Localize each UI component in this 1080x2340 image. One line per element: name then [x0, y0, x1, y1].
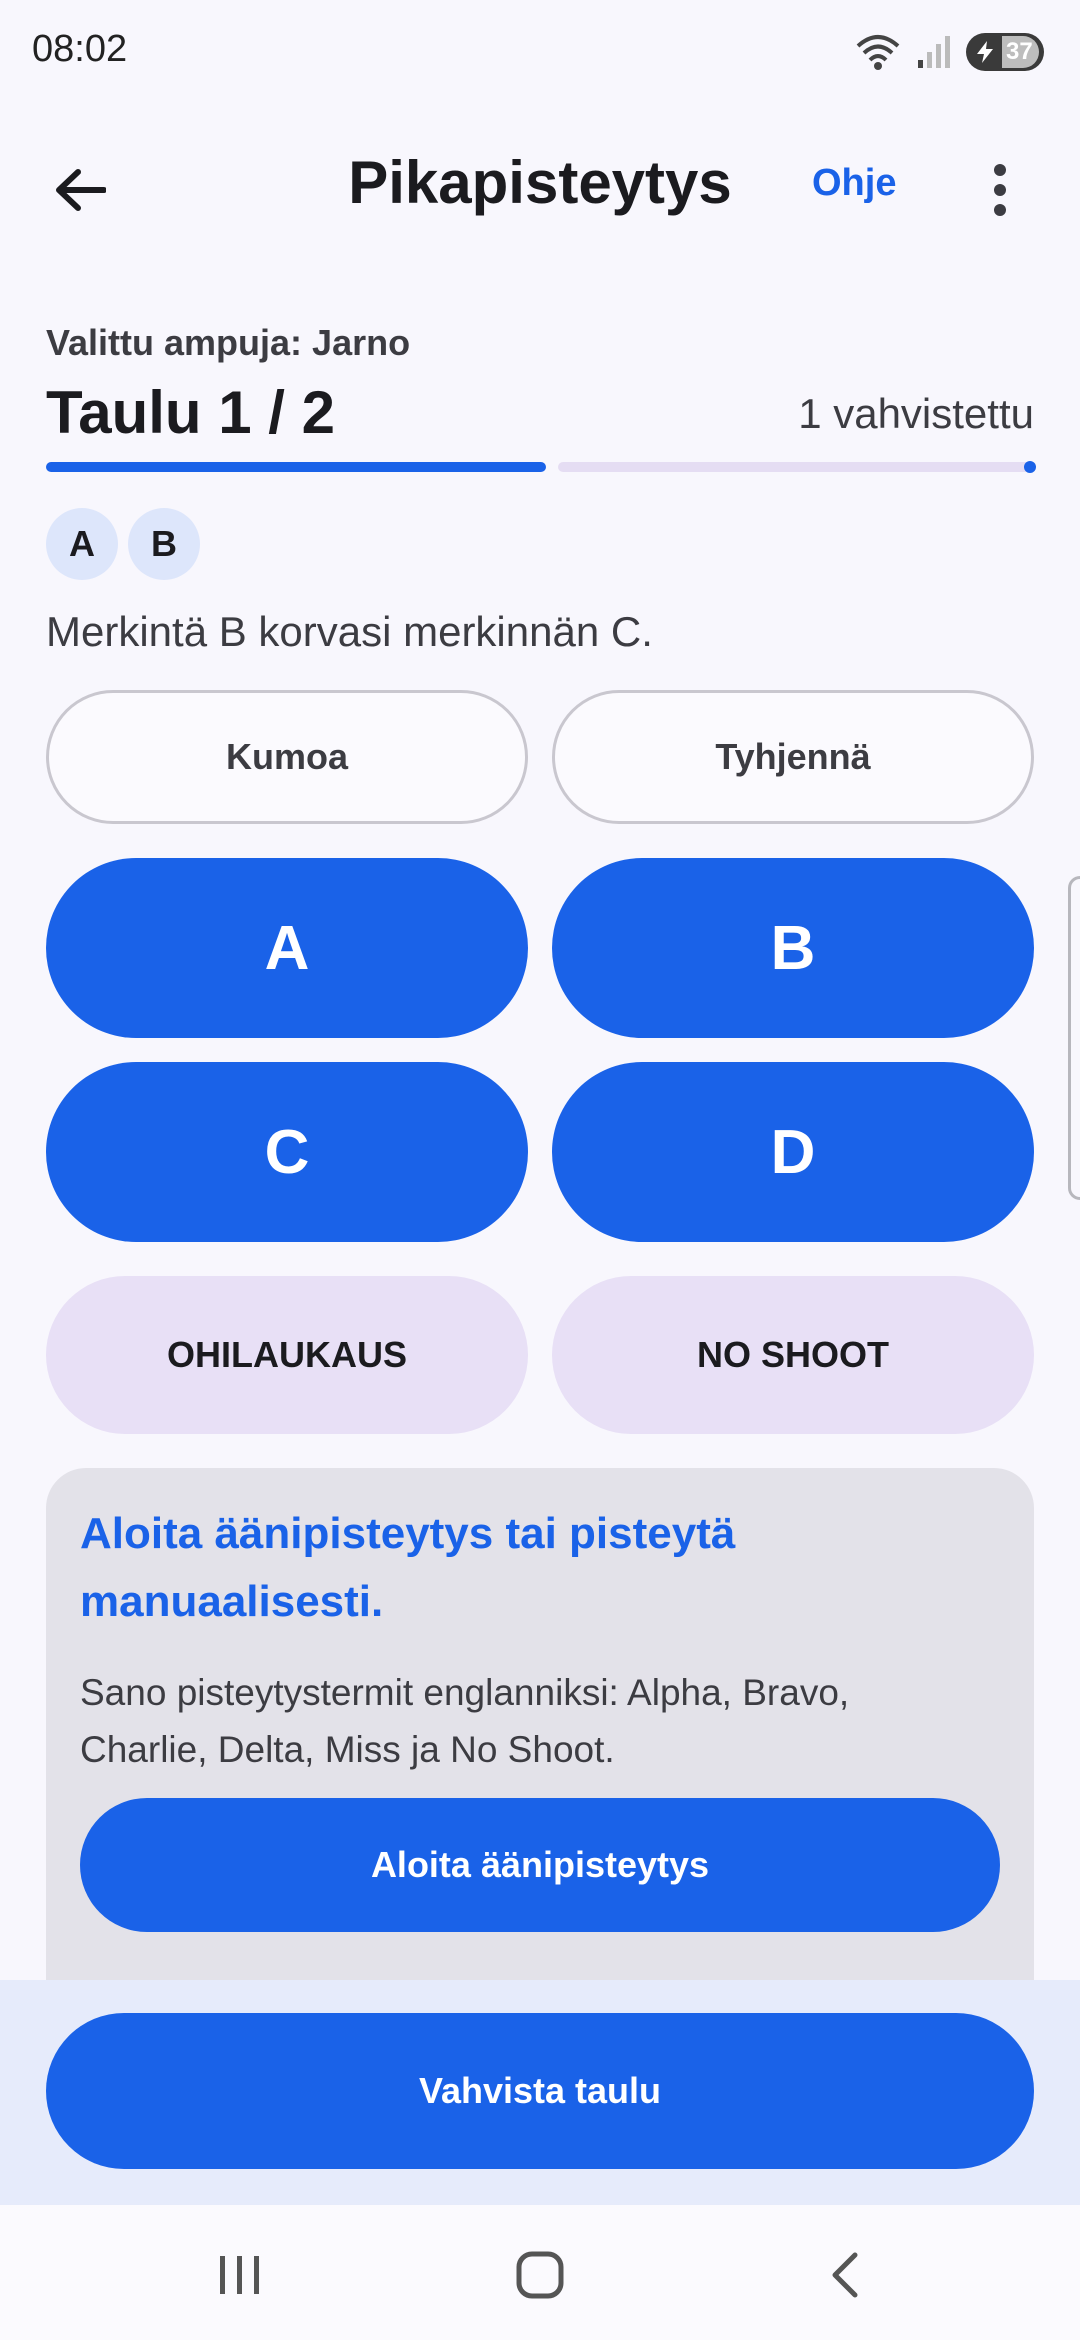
- progress-bar-filled: [46, 462, 546, 472]
- score-button-a[interactable]: A: [46, 858, 528, 1038]
- home-icon: [516, 2251, 564, 2299]
- page-title: Pikapisteytys: [348, 149, 732, 216]
- more-options-button[interactable]: [960, 150, 1040, 230]
- chevron-left-icon: [832, 2252, 858, 2298]
- target-counter: Taulu 1 / 2: [46, 379, 335, 446]
- recent-apps-icon: [220, 2256, 259, 2294]
- undo-button[interactable]: Kumoa: [46, 690, 528, 824]
- status-icons: 37: [854, 30, 1044, 74]
- score-button-b[interactable]: B: [552, 858, 1034, 1038]
- score-chip-b: B: [128, 508, 200, 580]
- progress-end-dot: [1024, 461, 1036, 473]
- battery-level: 37: [1002, 36, 1039, 68]
- voice-card-heading: Aloita äänipisteytys tai pisteytä manuaa…: [80, 1509, 736, 1626]
- help-link[interactable]: Ohje: [812, 162, 896, 205]
- back-button[interactable]: [40, 150, 120, 230]
- edge-panel-handle[interactable]: [1068, 876, 1080, 1200]
- recent-apps-button[interactable]: [190, 2230, 290, 2320]
- voice-card-description: Sano pisteytystermit englanniksi: Alpha,…: [80, 1672, 850, 1770]
- start-voice-scoring-button[interactable]: Aloita äänipisteytys: [80, 1798, 1000, 1932]
- signal-icon: [918, 36, 950, 68]
- back-arrow-icon: [56, 169, 106, 211]
- score-chip-a: A: [46, 508, 118, 580]
- wifi-icon: [856, 35, 900, 70]
- confirmed-count: 1 vahvistettu: [798, 390, 1034, 437]
- clear-button[interactable]: Tyhjennä: [552, 690, 1034, 824]
- miss-button[interactable]: OHILAUKAUS: [46, 1276, 528, 1434]
- score-button-c[interactable]: C: [46, 1062, 528, 1242]
- battery-charging-icon: 37: [966, 33, 1044, 71]
- no-shoot-button[interactable]: NO SHOOT: [552, 1276, 1034, 1434]
- status-time: 08:02: [32, 28, 128, 70]
- more-vert-icon: [994, 164, 1006, 216]
- progress-bar-track: [558, 462, 1034, 472]
- score-button-d[interactable]: D: [552, 1062, 1034, 1242]
- selected-shooter: Valittu ampuja: Jarno: [46, 322, 411, 363]
- confirm-target-button[interactable]: Vahvista taulu: [46, 2013, 1034, 2169]
- back-nav-button[interactable]: [794, 2230, 894, 2320]
- status-message: Merkintä B korvasi merkinnän C.: [46, 608, 653, 655]
- home-button[interactable]: [490, 2230, 590, 2320]
